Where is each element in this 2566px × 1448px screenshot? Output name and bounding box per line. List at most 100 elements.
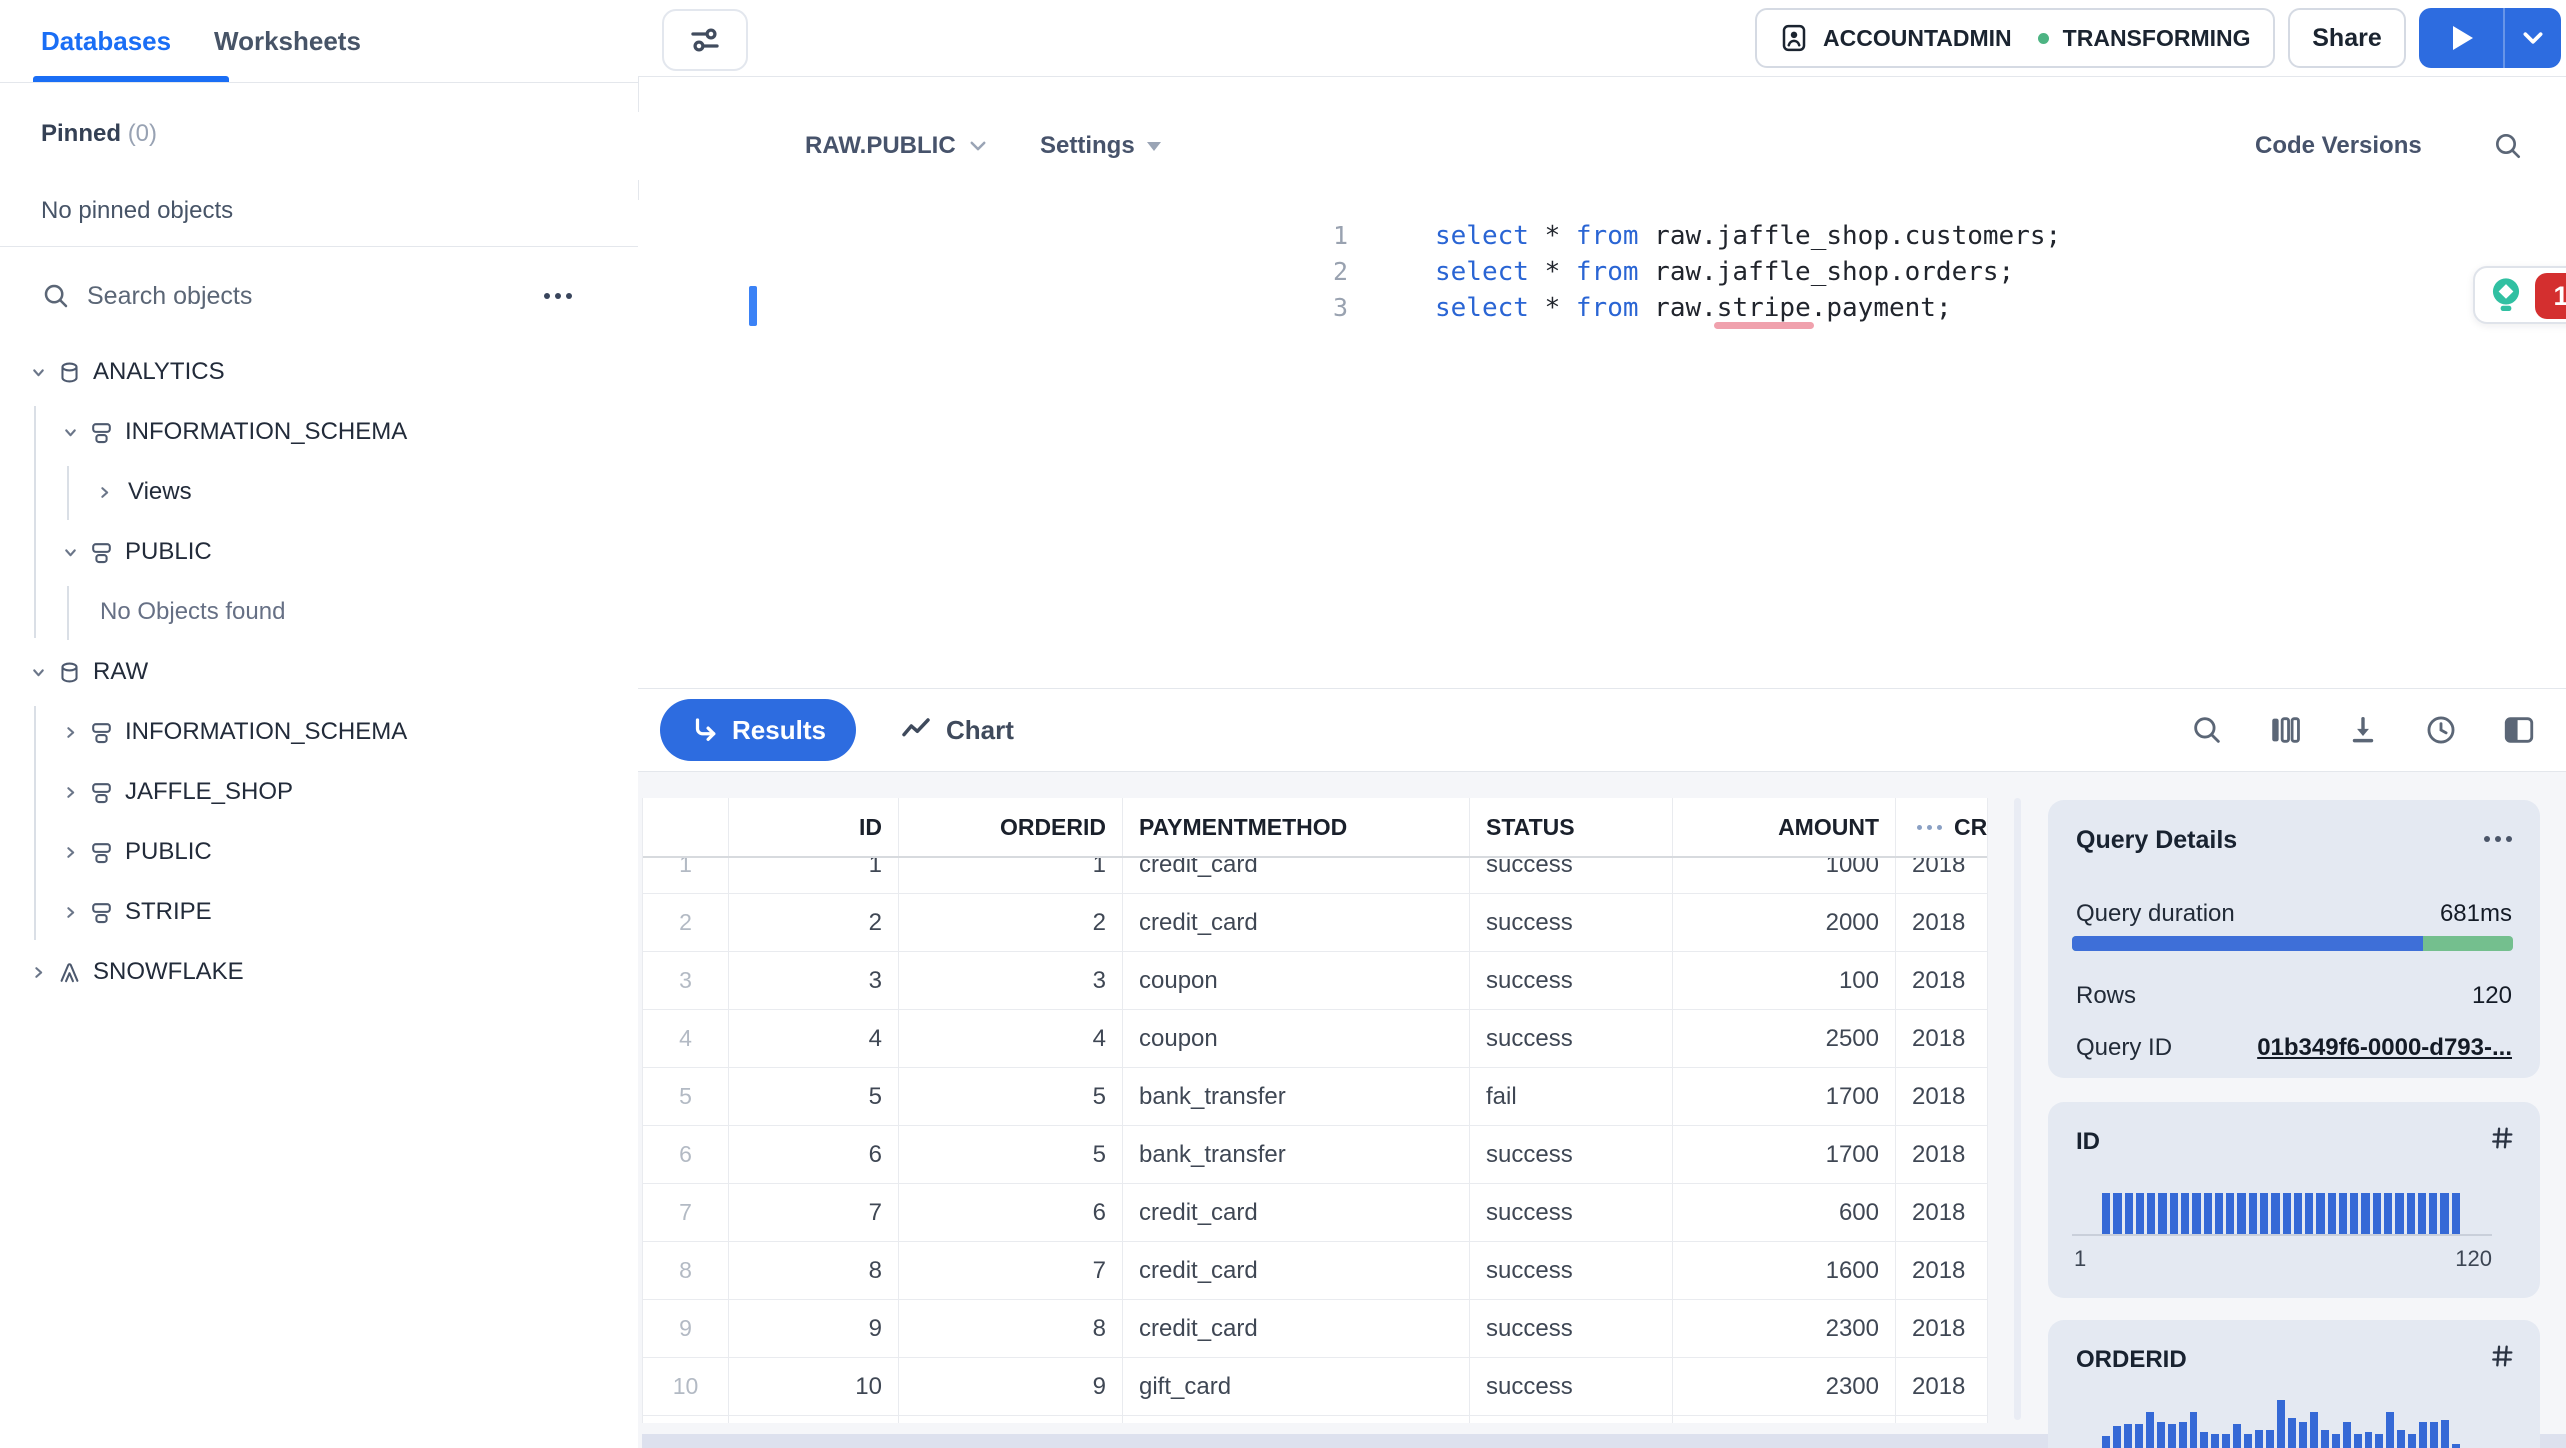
cell-orderid[interactable]: 9 <box>899 1358 1123 1415</box>
tab-results[interactable]: Results <box>660 699 856 761</box>
chevron-right-icon[interactable] <box>58 784 82 801</box>
search-results-icon[interactable] <box>2190 713 2224 747</box>
chevron-right-icon[interactable] <box>58 724 82 741</box>
table-row[interactable]: 6 6 5 bank_transfer success 1700 2018 <box>643 1126 1987 1184</box>
cell-orderid[interactable]: 2 <box>899 894 1123 951</box>
cell-amount[interactable]: 2300 <box>1673 1358 1896 1415</box>
suggestion-pill[interactable]: 1 <box>2473 266 2566 324</box>
table-row[interactable]: 8 8 7 credit_card success 1600 2018 <box>643 1242 1987 1300</box>
table-row[interactable]: 4 4 4 coupon success 2500 2018 <box>643 1010 1987 1068</box>
chevron-right-icon[interactable] <box>58 844 82 861</box>
cell-id[interactable]: 9 <box>729 1300 899 1357</box>
cell-amount[interactable]: 100 <box>1673 952 1896 1009</box>
cell-amount[interactable]: 1700 <box>1673 1126 1896 1183</box>
cell-status[interactable]: success <box>1470 1184 1673 1241</box>
tree-item-views[interactable]: Views <box>0 462 638 522</box>
tree-item-analytics[interactable]: ANALYTICS <box>0 342 638 402</box>
cell-paymentmethod[interactable]: credit_card <box>1123 1184 1470 1241</box>
tree-item-public-raw[interactable]: PUBLIC <box>0 822 638 882</box>
table-row[interactable]: 10 10 9 gift_card success 2300 2018 <box>643 1358 1987 1416</box>
table-row[interactable]: 7 7 6 credit_card success 600 2018 <box>643 1184 1987 1242</box>
cell-paymentmethod[interactable]: credit_card <box>1123 894 1470 951</box>
cell-created[interactable]: 2018 <box>1896 1300 1987 1357</box>
cell-amount[interactable]: 2500 <box>1673 1010 1896 1067</box>
cell-amount[interactable]: 600 <box>1673 1184 1896 1241</box>
cell-orderid[interactable]: 7 <box>899 1242 1123 1299</box>
table-row[interactable]: 9 9 8 credit_card success 2300 2018 <box>643 1300 1987 1358</box>
cell-status[interactable]: fail <box>1470 1068 1673 1125</box>
cell-id[interactable]: 4 <box>729 1010 899 1067</box>
cell-created[interactable]: 2018 <box>1896 894 1987 951</box>
chevron-right-icon[interactable] <box>58 904 82 921</box>
cell-id[interactable]: 8 <box>729 1242 899 1299</box>
cell-paymentmethod[interactable]: coupon <box>1123 952 1470 1009</box>
cell-orderid[interactable]: 4 <box>899 1010 1123 1067</box>
vertical-scrollbar[interactable] <box>2014 798 2021 1420</box>
tree-item-public[interactable]: PUBLIC <box>0 522 638 582</box>
cell-created[interactable]: 2018 <box>1896 1184 1987 1241</box>
cell-paymentmethod[interactable]: bank_transfer <box>1123 1068 1470 1125</box>
chevron-down-icon[interactable] <box>26 364 50 381</box>
tree-item-information-schema[interactable]: INFORMATION_SCHEMA <box>0 402 638 462</box>
history-icon[interactable] <box>2424 713 2458 747</box>
cell-created[interactable]: 2018 <box>1896 1242 1987 1299</box>
chevron-right-icon[interactable] <box>26 964 50 981</box>
cell-status[interactable]: success <box>1470 1300 1673 1357</box>
cell-created[interactable]: 2018 <box>1896 1358 1987 1415</box>
tab-chart[interactable]: Chart <box>900 699 1014 761</box>
cell-orderid[interactable]: 8 <box>899 1300 1123 1357</box>
tab-worksheets[interactable]: Worksheets <box>214 0 361 82</box>
context-selector[interactable]: ACCOUNTADMIN TRANSFORMING <box>1755 8 2275 68</box>
cell-paymentmethod[interactable]: bank_transfer <box>1123 1126 1470 1183</box>
cell-status[interactable]: success <box>1470 1358 1673 1415</box>
run-options-button[interactable] <box>2505 8 2561 68</box>
search-input[interactable] <box>85 280 469 312</box>
tab-databases[interactable]: Databases <box>41 0 171 82</box>
table-row[interactable]: 3 3 3 coupon success 100 2018 <box>643 952 1987 1010</box>
header-created[interactable]: CREATED <box>1896 798 1987 856</box>
tree-item-stripe[interactable]: STRIPE <box>0 882 638 942</box>
cell-paymentmethod[interactable]: credit_card <box>1123 1300 1470 1357</box>
cell-amount[interactable]: 2000 <box>1673 894 1896 951</box>
cell-created[interactable]: 2018 <box>1896 1010 1987 1067</box>
cell-id[interactable]: 5 <box>729 1068 899 1125</box>
cell-status[interactable]: success <box>1470 952 1673 1009</box>
cell-paymentmethod[interactable]: coupon <box>1123 1010 1470 1067</box>
chevron-right-icon[interactable] <box>92 484 116 501</box>
cell-status[interactable]: success <box>1470 1242 1673 1299</box>
query-details-menu[interactable] <box>2479 836 2512 842</box>
cell-paymentmethod[interactable]: gift_card <box>1123 1358 1470 1415</box>
header-id[interactable]: ID <box>729 798 899 856</box>
cell-id[interactable]: 3 <box>729 952 899 1009</box>
tree-item-snowflake[interactable]: SNOWFLAKE <box>0 942 638 1002</box>
worksheet-options-button[interactable] <box>662 9 748 71</box>
cell-created[interactable]: 2018 <box>1896 1126 1987 1183</box>
header-paymentmethod[interactable]: PAYMENTMETHOD <box>1123 798 1470 856</box>
column-menu-ellipsis[interactable] <box>1912 824 1942 830</box>
chevron-down-icon[interactable] <box>58 424 82 441</box>
settings-dropdown[interactable]: Settings <box>1040 112 1161 180</box>
tree-item-jaffle-shop[interactable]: JAFFLE_SHOP <box>0 762 638 822</box>
table-row[interactable]: 5 5 5 bank_transfer fail 1700 2018 <box>643 1068 1987 1126</box>
cell-created[interactable]: 2018 <box>1896 952 1987 1009</box>
cell-orderid[interactable]: 3 <box>899 952 1123 1009</box>
database-context-dropdown[interactable]: RAW.PUBLIC <box>805 112 988 180</box>
header-status[interactable]: STATUS <box>1470 798 1673 856</box>
search-options-ellipsis[interactable] <box>539 293 572 299</box>
tree-item-information-schema[interactable]: INFORMATION_SCHEMA <box>0 702 638 762</box>
cell-orderid[interactable]: 6 <box>899 1184 1123 1241</box>
cell-amount[interactable]: 1700 <box>1673 1068 1896 1125</box>
code-versions-button[interactable]: Code Versions <box>2255 112 2422 180</box>
cell-amount[interactable]: 1600 <box>1673 1242 1896 1299</box>
cell-id[interactable]: 7 <box>729 1184 899 1241</box>
header-orderid[interactable]: ORDERID <box>899 798 1123 856</box>
cell-orderid[interactable]: 5 <box>899 1126 1123 1183</box>
cell-created[interactable]: 2018 <box>1896 1068 1987 1125</box>
sql-editor[interactable]: 1 2 3 select * from raw.jaffle_shop.cust… <box>638 200 2566 688</box>
tree-item-raw[interactable]: RAW <box>0 642 638 702</box>
download-icon[interactable] <box>2346 713 2380 747</box>
cell-id[interactable]: 6 <box>729 1126 899 1183</box>
cell-id[interactable]: 2 <box>729 894 899 951</box>
table-row[interactable]: 2 2 2 credit_card success 2000 2018 <box>643 894 1987 952</box>
cell-status[interactable]: success <box>1470 1010 1673 1067</box>
